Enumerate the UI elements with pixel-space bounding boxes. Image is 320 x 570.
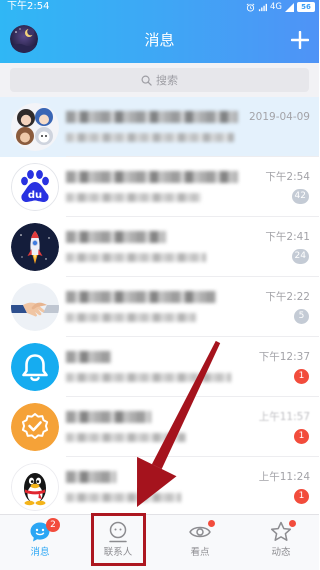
blurred-message-preview <box>66 373 231 382</box>
group-avatar <box>11 103 59 151</box>
blurred-message-preview <box>66 313 196 322</box>
baidu-logo-avatar: du <box>11 163 59 211</box>
conversation-row[interactable]: du 下午2:54 42 <box>0 157 319 217</box>
message-time: 上午11:24 <box>258 471 310 483</box>
bell-avatar <box>11 343 59 391</box>
search-placeholder: 搜索 <box>156 74 178 87</box>
message-time: 下午2:22 <box>265 291 310 303</box>
qq-penguin-avatar <box>11 463 59 511</box>
blurred-message-preview <box>66 193 201 202</box>
status-icons: 4G 56 <box>246 1 315 13</box>
notification-dot <box>208 520 215 527</box>
status-time: 下午2:54 <box>7 1 50 12</box>
page-title: 消息 <box>144 31 175 49</box>
tab-label: 看点 <box>190 547 210 558</box>
message-time: 下午2:41 <box>265 231 310 243</box>
tab-discover[interactable]: 看点 <box>162 515 238 570</box>
blurred-contact-name <box>66 171 238 183</box>
battery-icon: 56 <box>297 2 315 12</box>
tab-label: 消息 <box>30 547 50 558</box>
unread-badge: 1 <box>294 369 309 384</box>
unread-badge: 1 <box>294 489 309 504</box>
network-type: 4G <box>270 2 282 12</box>
conversation-row[interactable]: 下午12:37 1 <box>0 337 319 397</box>
blurred-contact-name <box>66 471 116 483</box>
message-time: 2019-04-09 <box>248 111 310 123</box>
conversation-row[interactable]: 上午11:24 1 <box>0 457 319 517</box>
handshake-avatar <box>11 283 59 331</box>
annotation-highlight-box <box>91 513 146 566</box>
message-time: 下午2:54 <box>265 171 310 183</box>
signal-triangle-icon <box>285 2 294 12</box>
search-input[interactable]: 搜索 <box>10 68 309 92</box>
app-header: 下午2:54 4G 56 消息 <box>0 0 319 63</box>
blurred-contact-name <box>66 291 216 303</box>
blurred-message-preview <box>66 253 206 262</box>
search-icon <box>141 75 152 86</box>
conversation-row[interactable]: 下午2:22 5 <box>0 277 319 337</box>
blurred-contact-name <box>66 351 111 363</box>
blurred-message-preview <box>66 493 181 502</box>
verified-badge-avatar <box>11 403 59 451</box>
rocket-avatar <box>11 223 59 271</box>
blurred-contact-name <box>66 411 151 423</box>
notification-dot <box>289 520 296 527</box>
blurred-contact-name <box>66 231 166 243</box>
tab-unread-badge: 2 <box>46 518 60 532</box>
conversation-row[interactable]: 2019-04-09 <box>0 97 319 157</box>
blurred-message-preview <box>66 433 186 442</box>
tab-feed[interactable]: 动态 <box>243 515 319 570</box>
battery-level: 56 <box>301 3 311 11</box>
unread-badge: 1 <box>294 429 309 444</box>
message-time: 上午11:57 <box>258 411 310 423</box>
plus-icon[interactable] <box>290 30 310 50</box>
baidu-logo-text: du <box>28 190 42 201</box>
unread-badge: 42 <box>291 189 309 204</box>
message-time: 下午12:37 <box>258 351 310 363</box>
conversation-row[interactable]: 下午2:41 24 <box>0 217 319 277</box>
conversation-row[interactable]: 上午11:57 1 <box>0 397 319 457</box>
bottom-tab-bar: 2 消息 联系人 看点 动态 <box>0 514 319 570</box>
blurred-contact-name <box>66 111 238 123</box>
search-section: 搜索 <box>0 63 319 97</box>
signal-bars-icon <box>258 3 267 12</box>
unread-badge: 5 <box>294 309 309 324</box>
blurred-message-preview <box>66 133 234 142</box>
tab-label: 动态 <box>271 547 291 558</box>
alarm-icon <box>246 3 255 12</box>
unread-badge: 24 <box>291 249 309 264</box>
tab-messages[interactable]: 2 消息 <box>2 515 78 570</box>
